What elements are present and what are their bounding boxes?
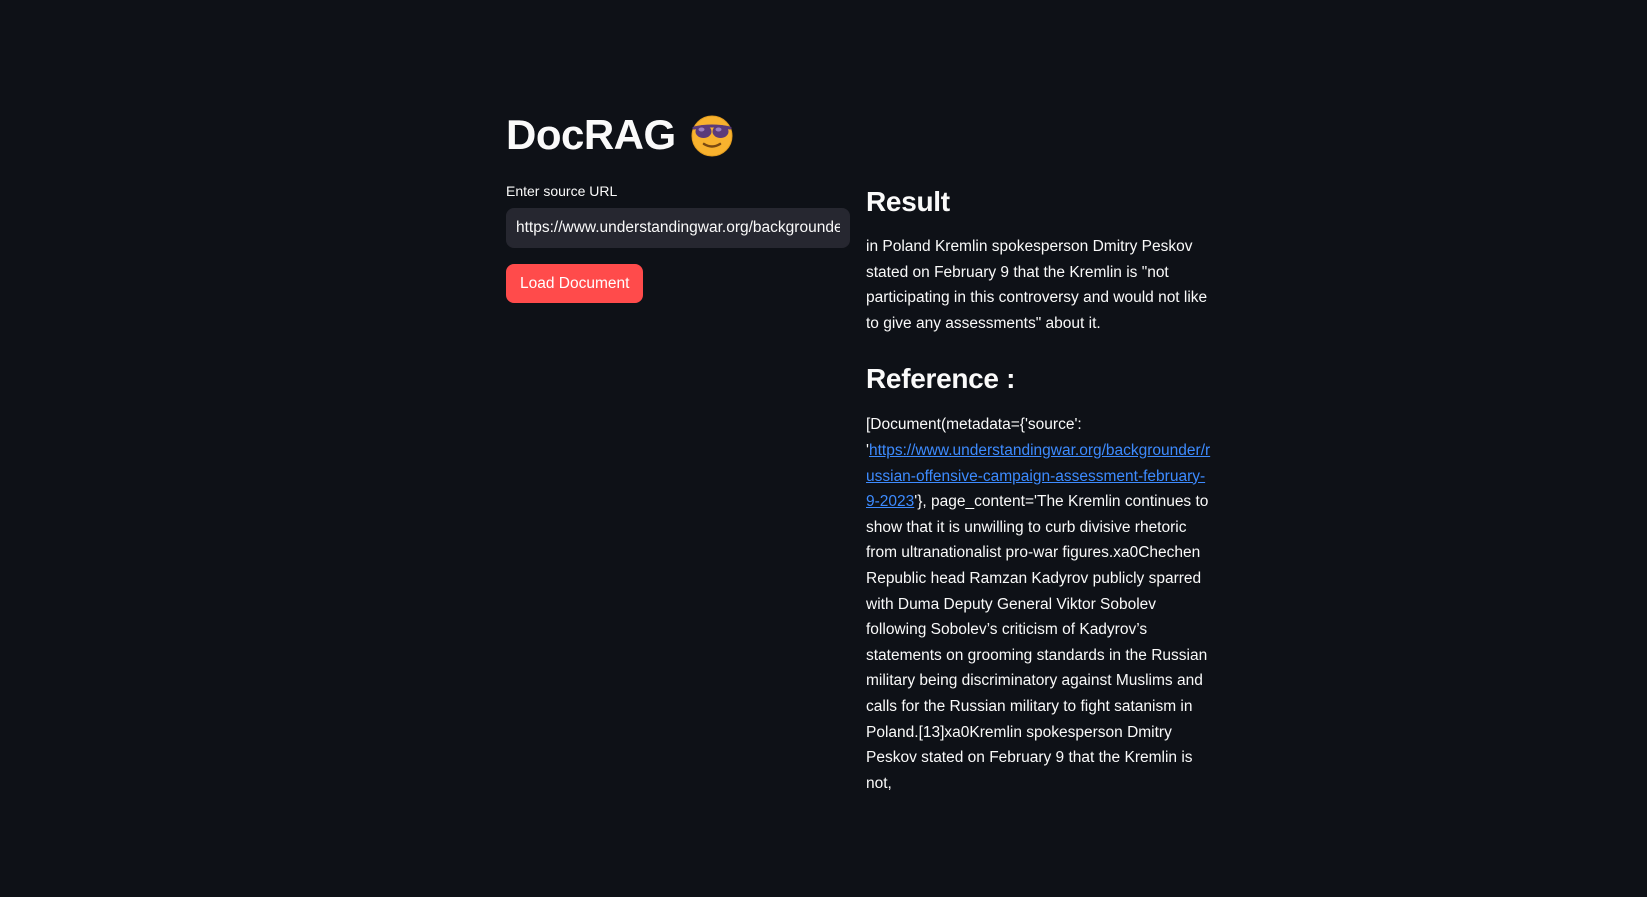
page-title-text: DocRAG	[506, 111, 676, 158]
load-document-button[interactable]: Load Document	[506, 264, 644, 303]
result-text: in Poland Kremlin spokesperson Dmitry Pe…	[866, 238, 1208, 332]
reference-text: [Document(metadata={'source': 'https://w…	[866, 412, 1212, 796]
source-url-input[interactable]	[506, 208, 850, 248]
output-panel: Result in Poland Kremlin spokesperson Dm…	[866, 180, 1212, 796]
sunglasses-emoji-icon	[691, 115, 733, 157]
app-container: DocRAG Enter source URL Load Document Re…	[0, 0, 1647, 897]
source-panel: Enter source URL Load Document	[506, 182, 850, 303]
result-heading: Result	[866, 186, 950, 217]
reference-content: '}, page_content='The Kremlin continues …	[866, 493, 1209, 792]
reference-heading: Reference :	[866, 363, 1016, 395]
source-url-label: Enter source URL	[506, 183, 618, 199]
page-title: DocRAG	[506, 106, 736, 164]
